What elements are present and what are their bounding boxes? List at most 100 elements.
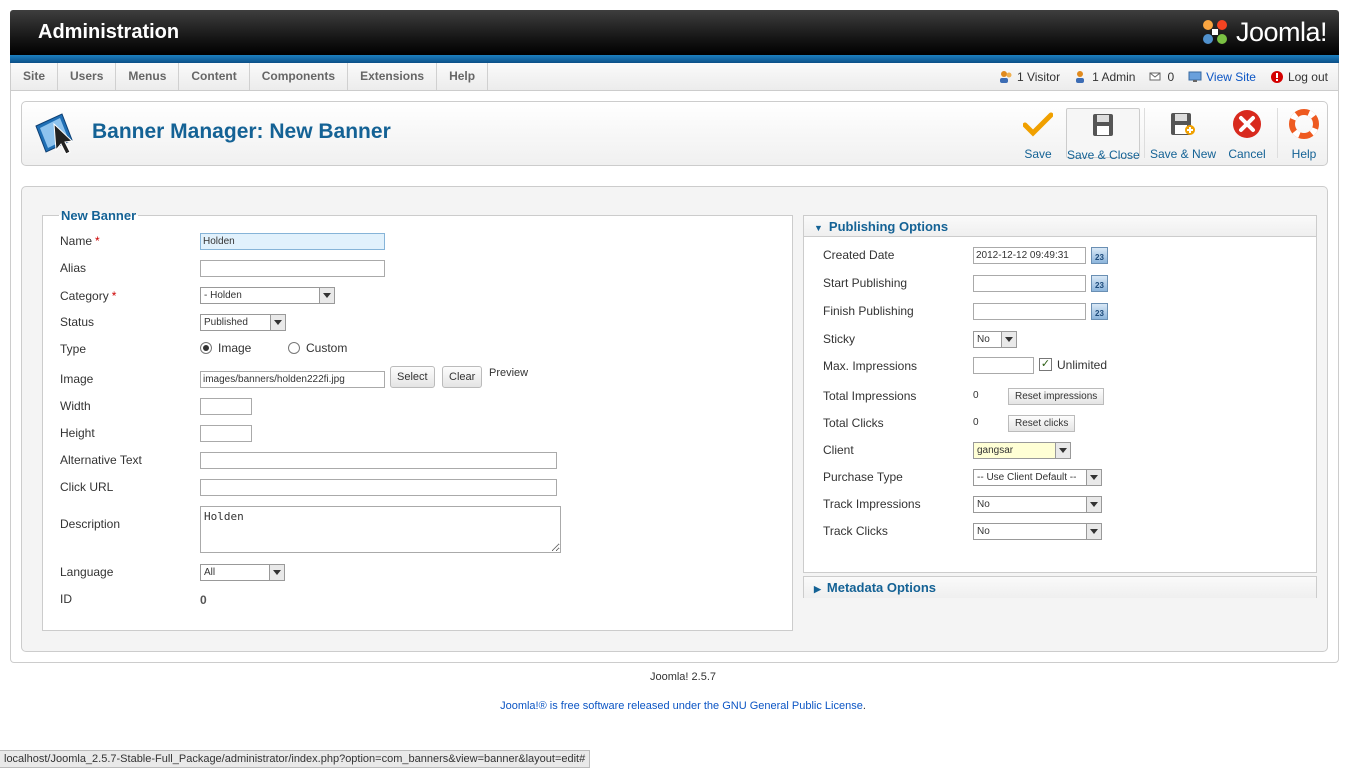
width-input[interactable] xyxy=(200,398,252,415)
calendar-icon[interactable]: 23 xyxy=(1091,275,1108,292)
chevron-down-icon xyxy=(270,315,285,330)
gpl-link[interactable]: GNU General Public License xyxy=(722,700,863,712)
image-input[interactable] xyxy=(200,371,385,388)
track-clicks-select[interactable]: No xyxy=(973,523,1102,540)
id-label: ID xyxy=(60,592,72,606)
alt-text-input[interactable] xyxy=(200,452,557,469)
height-label: Height xyxy=(60,426,95,440)
description-label: Description xyxy=(60,517,121,531)
unlimited-label: Unlimited xyxy=(1057,358,1108,372)
save-close-button[interactable]: Save & Close xyxy=(1066,108,1140,162)
language-select[interactable]: All xyxy=(200,564,285,581)
triangle-right-icon: ▶ xyxy=(814,584,821,594)
finish-publishing-input[interactable] xyxy=(973,303,1086,320)
click-url-input[interactable] xyxy=(200,479,557,496)
chevron-down-icon xyxy=(1055,443,1070,458)
client-label: Client xyxy=(823,443,854,457)
alias-input[interactable] xyxy=(200,260,385,277)
logout-icon xyxy=(1270,70,1283,83)
banner-details-fieldset: New Banner xyxy=(42,208,793,631)
joomla-logo-icon xyxy=(1202,20,1227,44)
type-image-label: Image xyxy=(218,341,252,355)
category-label: Category * xyxy=(60,289,117,303)
height-input[interactable] xyxy=(200,425,252,442)
menu-users[interactable]: Users xyxy=(58,63,117,90)
sticky-label: Sticky xyxy=(823,332,856,346)
menu-extensions[interactable]: Extensions xyxy=(348,63,438,90)
cancel-icon xyxy=(1233,110,1261,138)
type-custom-label: Custom xyxy=(306,341,348,355)
type-image-radio[interactable] xyxy=(200,342,212,354)
toolbar-box: Banner Manager: New Banner Save Save & C… xyxy=(21,101,1328,166)
unlimited-checkbox[interactable]: ✓ xyxy=(1039,358,1052,371)
start-publishing-input[interactable] xyxy=(973,275,1086,292)
language-label: Language xyxy=(60,565,114,579)
admin-header: Administration Joomla! xyxy=(10,10,1339,55)
save-new-button[interactable]: Save & New xyxy=(1150,108,1216,161)
total-clicks-label: Total Clicks xyxy=(823,416,884,430)
category-select[interactable]: - Holden xyxy=(200,287,335,304)
finish-publishing-label: Finish Publishing xyxy=(823,304,914,318)
chevron-down-icon xyxy=(1086,524,1101,539)
clear-image-button[interactable]: Clear xyxy=(442,366,483,388)
menu-menus[interactable]: Menus xyxy=(116,63,180,90)
publishing-options-header[interactable]: ▼ Publishing Options xyxy=(804,216,1316,237)
total-clicks-value: 0 xyxy=(973,417,979,428)
select-image-button[interactable]: Select xyxy=(390,366,435,388)
fieldset-legend: New Banner xyxy=(61,208,137,223)
help-button[interactable]: Help xyxy=(1286,108,1322,161)
calendar-icon[interactable]: 23 xyxy=(1091,247,1108,264)
track-clicks-label: Track Clicks xyxy=(823,524,888,538)
sticky-select[interactable]: No xyxy=(973,331,1017,348)
joomla-link[interactable]: Joomla!® is free software released under… xyxy=(500,700,722,712)
id-value: 0 xyxy=(200,593,207,607)
monitor-icon xyxy=(1188,71,1202,82)
name-input[interactable] xyxy=(200,233,385,250)
calendar-icon[interactable]: 23 xyxy=(1091,303,1108,320)
total-impressions-value: 0 xyxy=(973,390,979,401)
chevron-down-icon xyxy=(319,288,334,303)
created-date-input[interactable] xyxy=(973,247,1086,264)
joomla-logo: Joomla! xyxy=(1200,16,1328,48)
menu-help[interactable]: Help xyxy=(437,63,489,90)
description-textarea[interactable]: Holden xyxy=(200,506,561,553)
status-label: Status xyxy=(60,315,95,329)
name-label: Name * xyxy=(60,234,100,248)
max-impressions-label: Max. Impressions xyxy=(823,359,918,373)
purchase-type-label: Purchase Type xyxy=(823,470,903,484)
floppy-icon xyxy=(1093,114,1113,136)
click-url-label: Click URL xyxy=(60,480,114,494)
metadata-options-header[interactable]: ▶ Metadata Options xyxy=(804,577,1316,598)
cancel-button[interactable]: Cancel xyxy=(1226,108,1268,161)
banner-manager-icon xyxy=(35,113,74,155)
admins-status: 1 Admin xyxy=(1074,70,1135,84)
reset-impressions-button[interactable]: Reset impressions xyxy=(1008,388,1105,405)
menu-components[interactable]: Components xyxy=(250,63,349,90)
total-impressions-label: Total Impressions xyxy=(823,389,917,403)
status-select[interactable]: Published xyxy=(200,314,286,331)
menu-content[interactable]: Content xyxy=(179,63,250,90)
created-date-label: Created Date xyxy=(823,248,895,262)
max-impressions-input[interactable] xyxy=(973,357,1034,374)
menu-bar: Site Users Menus Content Components Exte… xyxy=(10,63,1339,91)
track-impressions-select[interactable]: No xyxy=(973,496,1102,513)
purchase-type-select[interactable]: -- Use Client Default -- xyxy=(973,469,1102,486)
logout-link[interactable]: Log out xyxy=(1270,70,1328,84)
chevron-down-icon xyxy=(1001,332,1016,347)
save-button[interactable]: Save xyxy=(1018,108,1058,161)
header-title: Administration xyxy=(38,21,180,43)
alias-label: Alias xyxy=(60,261,87,275)
reset-clicks-button[interactable]: Reset clicks xyxy=(1008,415,1076,432)
client-select[interactable]: gangsar xyxy=(973,442,1071,459)
type-custom-radio[interactable] xyxy=(288,342,300,354)
users-icon xyxy=(999,70,1012,83)
chevron-down-icon xyxy=(1086,470,1101,485)
logo-text: Joomla! xyxy=(1235,16,1328,47)
messages-status[interactable]: 0 xyxy=(1149,70,1174,84)
start-publishing-label: Start Publishing xyxy=(823,276,908,290)
view-site-link[interactable]: View Site xyxy=(1188,70,1256,84)
triangle-down-icon: ▼ xyxy=(814,223,823,233)
chevron-down-icon xyxy=(269,565,284,580)
menu-site[interactable]: Site xyxy=(11,63,59,90)
checkmark-icon xyxy=(1023,112,1053,137)
